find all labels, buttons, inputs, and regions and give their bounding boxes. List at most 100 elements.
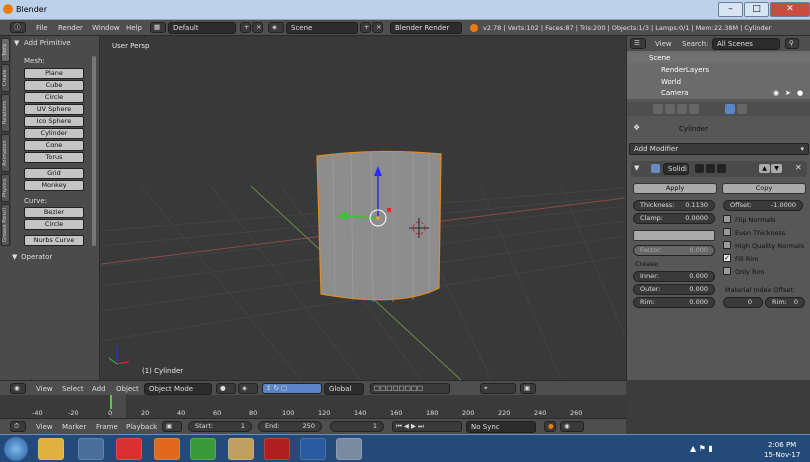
menu-file[interactable]: File [36,24,48,32]
outer-field[interactable]: Outer: 0.000 [633,284,715,295]
tab-physics[interactable]: Physics [1,174,10,202]
cursor-select-icon[interactable]: ➤ [785,89,791,97]
3d-view-editor-icon[interactable]: ◉ [10,383,26,394]
add-grid-button[interactable]: Grid [24,168,84,179]
tab-grease-pencil[interactable]: Grease Pencil [1,204,10,246]
object-tab-icon[interactable] [689,104,699,114]
add-ico-sphere-button[interactable]: Ico Sphere [24,116,84,127]
modifier-collapse-icon[interactable]: ▼ [634,164,639,172]
editor-type-icon[interactable]: ⓘ [10,22,26,33]
tab-animation[interactable]: Animation [1,134,10,172]
world-tab-icon[interactable] [677,104,687,114]
vp-menu-select[interactable]: Select [62,385,84,393]
acrobat-icon[interactable] [264,438,290,460]
screen-layout-field[interactable]: Default [168,22,236,34]
move-up-icon[interactable]: ▲ [759,164,770,173]
y-handle[interactable] [387,208,391,212]
add-torus-button[interactable]: Torus [24,152,84,163]
current-frame-field[interactable]: 1 [330,421,384,432]
app-icon[interactable] [116,438,142,460]
vp-menu-object[interactable]: Object [116,385,139,393]
vp-menu-add[interactable]: Add [92,385,106,393]
modifier-tab-icon[interactable] [725,104,735,114]
system-tray-icons[interactable]: ▲ ⚑ ▮ [690,444,713,453]
menu-render[interactable]: Render [58,24,83,32]
mode-select[interactable]: Object Mode [144,383,212,395]
blender-taskbar-icon[interactable] [336,438,362,460]
thickness-field[interactable]: Thickness: 0.1130 [633,200,715,211]
panel-collapse-icon[interactable]: ▼ [14,39,19,47]
fill-rim-checkbox[interactable]: ✓ [723,254,731,262]
outliner-world[interactable]: World [661,78,681,86]
tl-menu-frame[interactable]: Frame [96,423,118,431]
timeline[interactable]: -40 -20 0 20 40 60 80 100 120 140 160 18… [0,395,626,418]
add-circle-button[interactable]: Circle [24,92,84,103]
remove-scene-icon[interactable]: × [372,22,383,33]
modifier-name-field[interactable]: Solidi [663,163,689,175]
camera-render-icon[interactable]: ● [797,89,803,97]
screen-layout-icon[interactable]: ▦ [150,22,166,33]
tl-menu-marker[interactable]: Marker [62,423,86,431]
manipulator-toggle[interactable]: ↕ ↻ □ [262,383,322,394]
even-thickness-checkbox[interactable] [723,228,731,236]
pin-icon[interactable]: ❖ [633,123,640,132]
clamp-field[interactable]: Clamp: 0.0000 [633,213,715,224]
tab-relations[interactable]: Relations [1,94,10,132]
scene-icon[interactable]: ◈ [268,22,284,33]
render-engine-select[interactable]: Blender Render [390,22,462,34]
outliner-menu-view[interactable]: View [655,40,672,48]
offset-field[interactable]: Offset: -1.0000 [723,200,803,211]
data-tab-icon[interactable] [737,104,747,114]
add-cylinder-button[interactable]: Cylinder [24,128,84,139]
start-frame-field[interactable]: Start: 1 [188,421,252,432]
add-plane-button[interactable]: Plane [24,68,84,79]
scene-field[interactable]: Scene [286,22,358,34]
playback-controls[interactable]: ⏮ ◀ ▶ ⏭ [392,421,462,432]
remove-modifier-icon[interactable]: ✕ [795,163,802,172]
material-offset-field[interactable]: 0 [723,297,763,308]
add-cube-button[interactable]: Cube [24,80,84,91]
menu-help[interactable]: Help [126,24,142,32]
tl-menu-view[interactable]: View [36,423,53,431]
add-modifier-dropdown[interactable]: Add Modifier ▾ [629,143,809,155]
tab-create[interactable]: Create [1,64,10,92]
apply-button[interactable]: Apply [633,183,717,194]
firefox-icon[interactable] [154,438,180,460]
add-primitive-title[interactable]: Add Primitive [24,39,71,47]
only-rim-checkbox[interactable] [723,267,731,275]
add-uv-sphere-button[interactable]: UV Sphere [24,104,84,115]
add-scene-icon[interactable]: + [360,22,371,33]
copy-button[interactable]: Copy [722,183,806,194]
inner-field[interactable]: Inner: 0.000 [633,271,715,282]
menu-window[interactable]: Window [92,24,120,32]
timeline-editor-icon[interactable]: ⏱ [10,421,26,432]
outliner-row-scene[interactable]: Scene [627,53,810,63]
media-player-icon[interactable] [78,438,104,460]
3d-viewport[interactable]: User Persp (1) Cylinder [101,36,625,380]
editmode-toggle-icon[interactable] [717,164,726,173]
word-icon[interactable] [300,438,326,460]
outliner-renderlayers[interactable]: RenderLayers [661,66,709,74]
folder-icon[interactable] [228,438,254,460]
add-curve-circle-button[interactable]: Circle [24,219,84,230]
start-button[interactable] [4,437,28,461]
flip-normals-checkbox[interactable] [723,215,731,223]
operator-panel-title[interactable]: Operator [21,253,52,261]
move-down-icon[interactable]: ▼ [771,164,782,173]
clock-time[interactable]: 2:06 PM [768,441,796,449]
file-explorer-icon[interactable] [38,438,64,460]
current-frame-marker[interactable] [110,395,112,409]
outliner-camera[interactable]: Camera [661,89,688,97]
snap-toggle[interactable]: ⌖ [480,383,516,394]
clock-date[interactable]: 15-Nov-17 [764,451,800,459]
add-bezier-button[interactable]: Bezier [24,207,84,218]
vertex-group-field[interactable] [633,230,715,241]
record-button[interactable]: ● [544,421,556,432]
keying-set-icon[interactable]: ◉ [560,421,584,432]
pivot-select[interactable]: ◈ [238,383,258,394]
scene-tab-icon[interactable] [665,104,675,114]
end-frame-field[interactable]: End: 250 [258,421,322,432]
high-quality-normals-checkbox[interactable] [723,241,731,249]
close-button[interactable]: ✕ [770,2,810,17]
sync-select[interactable]: No Sync [466,421,536,433]
